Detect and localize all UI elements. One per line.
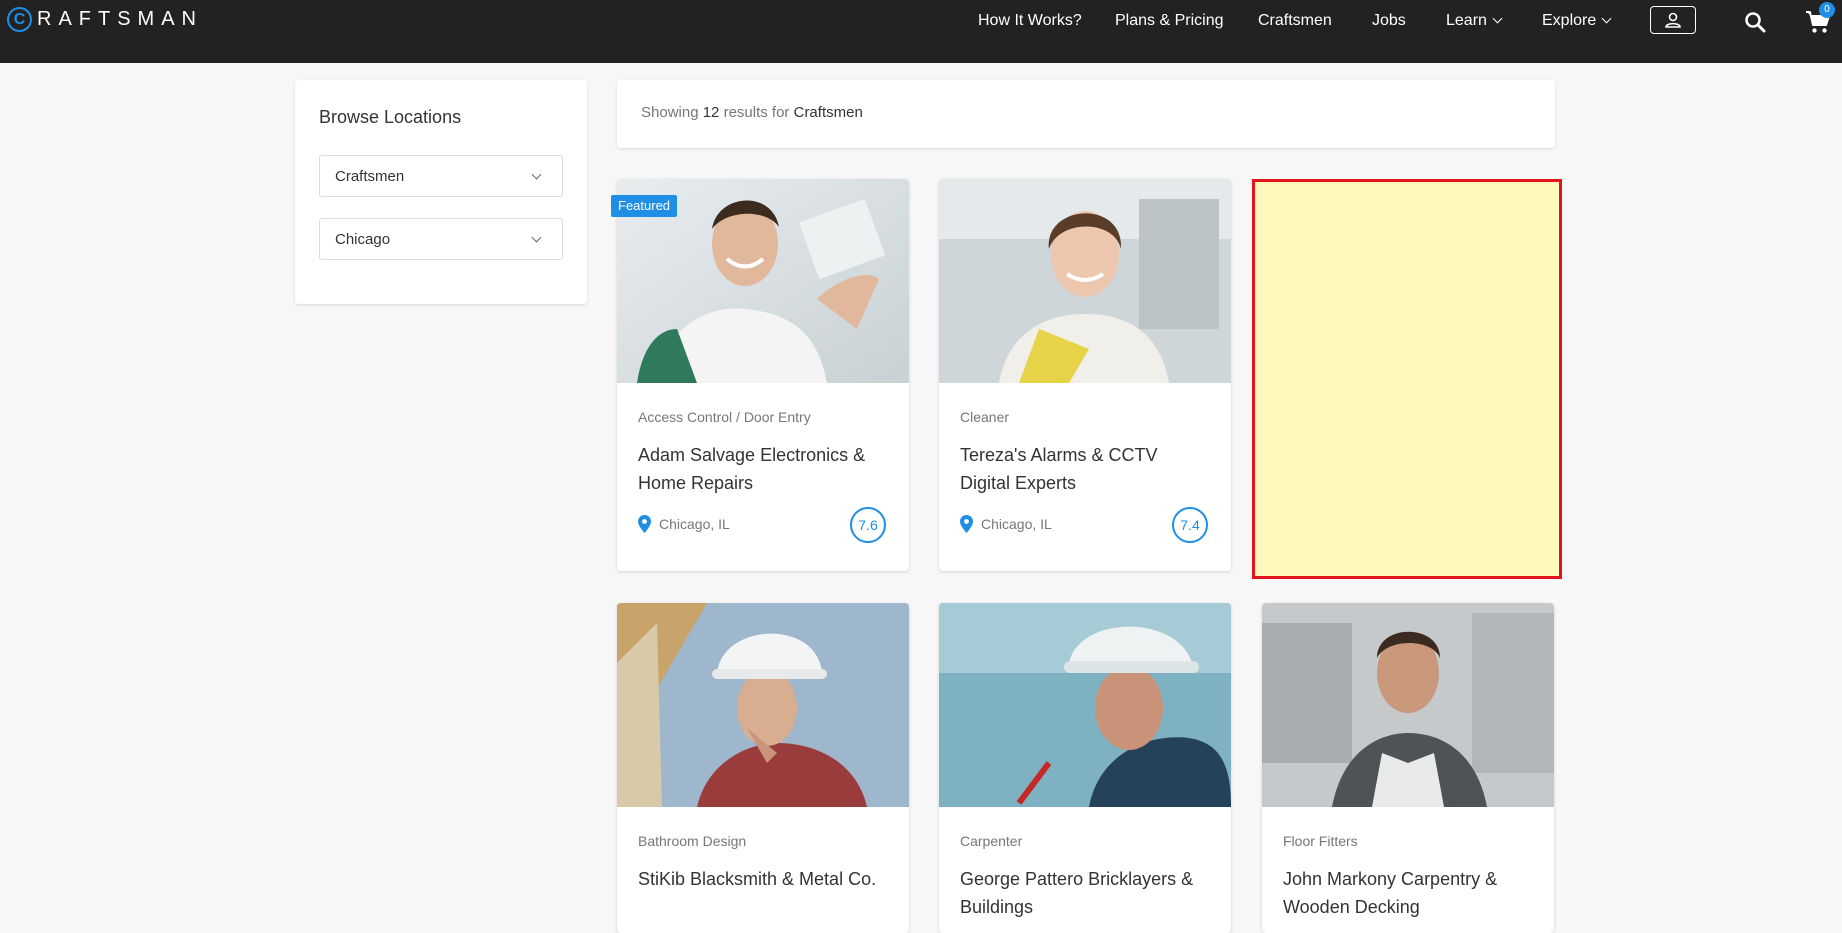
location-select[interactable]: Chicago — [319, 218, 563, 260]
listing-photo — [939, 603, 1231, 807]
listing-title[interactable]: Tereza's Alarms & CCTV Digital Experts — [960, 441, 1210, 497]
cart-count-badge: 0 — [1819, 2, 1835, 18]
listing-category: Cleaner — [960, 409, 1010, 425]
results-count: 12 — [702, 104, 720, 121]
listing-category: Access Control / Door Entry — [638, 409, 811, 425]
top-navbar: C RAFTSMAN How It Works? Plans & Pricing… — [0, 0, 1842, 63]
search-button[interactable] — [1743, 10, 1767, 34]
listing-card[interactable]: Cleaner Tereza's Alarms & CCTV Digital E… — [939, 179, 1231, 571]
search-icon — [1745, 12, 1766, 33]
listing-title[interactable]: John Markony Carpentry & Wooden Decking — [1283, 865, 1533, 921]
rating-badge: 7.6 — [850, 507, 886, 543]
nav-craftsmen[interactable]: Craftsmen — [1258, 10, 1332, 32]
listing-category: Floor Fitters — [1283, 833, 1358, 849]
listing-card[interactable]: Carpenter George Pattero Bricklayers & B… — [939, 603, 1231, 933]
listing-title[interactable]: George Pattero Bricklayers & Buildings — [960, 865, 1210, 921]
listing-location: Chicago, IL — [960, 515, 1052, 533]
category-select[interactable]: Craftsmen — [319, 155, 563, 197]
nav-learn[interactable]: Learn — [1446, 10, 1503, 32]
listing-title[interactable]: StiKib Blacksmith & Metal Co. — [638, 865, 888, 893]
category-select-value: Craftsmen — [335, 168, 405, 185]
chevron-down-icon — [1492, 13, 1503, 24]
logo-text: RAFTSMAN — [37, 8, 203, 30]
nav-explore[interactable]: Explore — [1542, 10, 1612, 32]
listing-category: Carpenter — [960, 833, 1023, 849]
featured-badge: Featured — [611, 195, 678, 217]
map-pin-icon — [960, 515, 973, 533]
browse-locations-panel: Browse Locations Craftsmen Chicago — [295, 80, 587, 304]
logo-mark: C — [7, 7, 32, 32]
location-select-value: Chicago — [335, 231, 391, 248]
account-button[interactable] — [1650, 6, 1696, 34]
sidebar-title: Browse Locations — [319, 107, 462, 127]
chevron-down-icon — [531, 232, 542, 243]
listing-title[interactable]: Adam Salvage Electronics & Home Repairs — [638, 441, 888, 497]
listing-card[interactable]: Bathroom Design StiKib Blacksmith & Meta… — [617, 603, 909, 933]
listing-location: Chicago, IL — [638, 515, 730, 533]
nav-jobs[interactable]: Jobs — [1372, 10, 1406, 32]
listing-photo — [1262, 603, 1554, 807]
results-query: Craftsmen — [793, 104, 863, 121]
user-icon — [1665, 12, 1681, 28]
chevron-down-icon — [1601, 13, 1612, 24]
nav-how-it-works[interactable]: How It Works? — [978, 10, 1082, 32]
results-summary-bar: Showing 12 results for Craftsmen — [617, 80, 1555, 148]
nav-plans-pricing[interactable]: Plans & Pricing — [1115, 10, 1224, 32]
rating-badge: 7.4 — [1172, 507, 1208, 543]
highlighted-card-placeholder[interactable] — [1252, 179, 1562, 579]
listing-category: Bathroom Design — [638, 833, 747, 849]
listing-photo — [617, 603, 909, 807]
brand-logo[interactable]: C RAFTSMAN — [7, 7, 203, 32]
listing-photo — [939, 179, 1231, 383]
chevron-down-icon — [531, 169, 542, 180]
results-summary-text: Showing 12 results for Craftsmen — [641, 104, 863, 121]
listing-card[interactable]: Access Control / Door Entry Adam Salvage… — [617, 179, 909, 571]
map-pin-icon — [638, 515, 651, 533]
listing-card[interactable]: Floor Fitters John Markony Carpentry & W… — [1262, 603, 1554, 933]
